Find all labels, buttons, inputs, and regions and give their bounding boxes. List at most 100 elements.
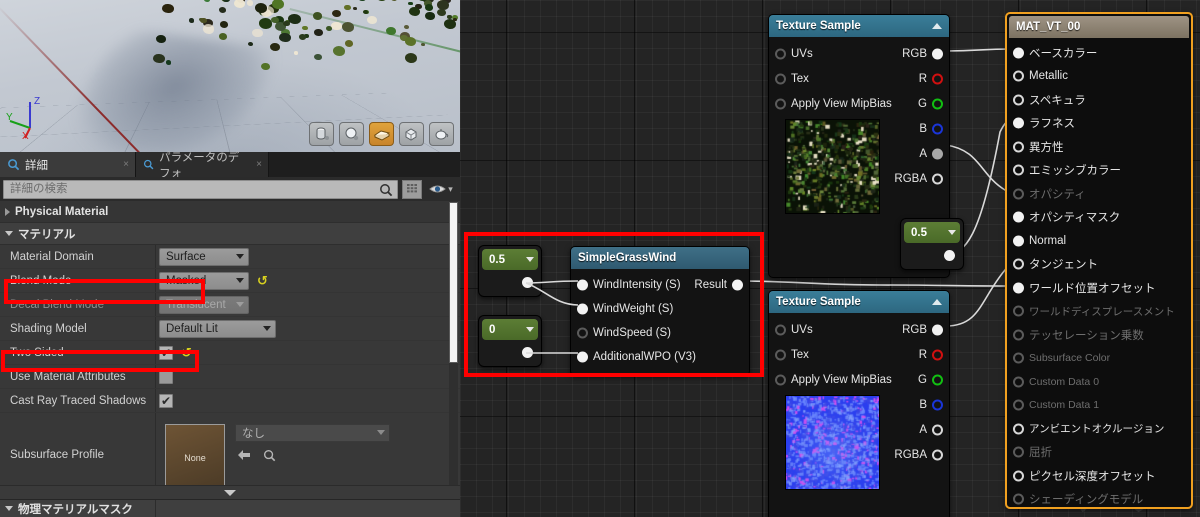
node-texture-sample-bottom-header[interactable]: Texture Sample <box>769 291 949 313</box>
material-output-pin-row[interactable]: Custom Data 1 <box>1007 394 1191 418</box>
input-pin-uvs[interactable] <box>775 48 786 59</box>
category-physical-material-mask[interactable]: 物理マテリアルマスク <box>0 500 460 517</box>
output-pin-b[interactable] <box>932 123 943 134</box>
material-output-pin-row[interactable]: テッセレーション乗数 <box>1007 323 1191 347</box>
material-output-pin-row[interactable]: 異方性 <box>1007 135 1191 159</box>
output-pin-rgba[interactable] <box>932 173 943 184</box>
material-output-pin-row[interactable]: タンジェント <box>1007 253 1191 277</box>
constant-c-output-pin[interactable] <box>944 250 955 261</box>
node-simple-grass-wind[interactable]: SimpleGrassWind WindIntensity (S) Result… <box>570 246 750 376</box>
grid-view-button[interactable] <box>402 179 422 199</box>
node-texture-sample-top-header[interactable]: Texture Sample <box>769 15 949 37</box>
search-input[interactable] <box>3 179 398 199</box>
cast-ray-traced-shadows-checkbox[interactable]: ✔ <box>159 393 173 408</box>
tab-details[interactable]: 詳細 × <box>0 152 136 177</box>
material-output-pin-row[interactable]: アンビエントオクルージョン <box>1007 417 1191 441</box>
texture-thumbnail-foliage[interactable] <box>785 119 880 214</box>
blend-mode-reset-button[interactable]: ↺ <box>257 274 268 287</box>
pin-row[interactable]: Apply View MipBias G <box>769 91 949 116</box>
constant-a-header[interactable]: 0.5 <box>482 249 538 270</box>
category-material[interactable]: マテリアル <box>0 223 460 245</box>
material-output-pin-row[interactable]: ワールド位置オフセット <box>1007 276 1191 300</box>
node-constant-0-5-c[interactable]: 0.5 <box>900 218 964 270</box>
material-output-pin-6[interactable] <box>1013 188 1024 200</box>
material-output-pin-14[interactable] <box>1013 376 1024 388</box>
collapse-caret-icon[interactable] <box>932 23 942 29</box>
input-pin-windintensity[interactable] <box>577 279 588 291</box>
constant-b-header[interactable]: 0 <box>482 319 538 340</box>
material-output-pin-row[interactable]: エミッシブカラー <box>1007 159 1191 183</box>
material-output-pin-row[interactable]: Metallic <box>1007 65 1191 89</box>
sphere-preview-button[interactable] <box>339 122 364 146</box>
material-output-pin-19[interactable] <box>1013 493 1024 505</box>
node-material-output[interactable]: MAT_VT_00 ベースカラー Metallic スペキュラ ラフネス 異方性 エミッシ… <box>1005 12 1193 509</box>
material-output-pin-row[interactable]: Normal <box>1007 229 1191 253</box>
blend-mode-dropdown[interactable]: Masked <box>159 271 249 290</box>
material-output-pin-2[interactable] <box>1013 94 1024 106</box>
output-pin-a[interactable] <box>932 148 943 159</box>
constant-b-output-pin[interactable] <box>522 347 533 358</box>
details-property-list[interactable]: Physical Material マテリアル Material Domain … <box>0 201 460 485</box>
material-output-pin-12[interactable] <box>1013 329 1024 341</box>
search-icon[interactable] <box>379 183 393 197</box>
material-output-pin-row[interactable]: ワールドディスプレースメント <box>1007 300 1191 324</box>
material-output-pin-row[interactable]: ラフネス <box>1007 112 1191 136</box>
material-output-pin-1[interactable] <box>1013 70 1024 82</box>
node-constant-0-b[interactable]: 0 <box>478 315 542 367</box>
output-pin-a[interactable] <box>932 424 943 435</box>
input-pin-windspeed[interactable] <box>577 327 588 339</box>
tab-parameter-defaults-close[interactable]: × <box>256 159 262 170</box>
material-output-pin-13[interactable] <box>1013 352 1024 364</box>
pin-row[interactable]: Apply View MipBias G <box>769 367 949 392</box>
material-output-pin-row[interactable]: ベースカラー <box>1007 41 1191 65</box>
material-output-pin-17[interactable] <box>1013 446 1024 458</box>
chevron-down-icon[interactable] <box>526 257 534 262</box>
pin-row[interactable]: Tex R <box>769 342 949 367</box>
pin-row[interactable]: Tex R <box>769 66 949 91</box>
input-pin-uvs[interactable] <box>775 324 786 335</box>
texture-thumbnail-normal[interactable] <box>785 395 880 490</box>
material-output-pin-8[interactable] <box>1013 235 1024 247</box>
input-pin-tex[interactable] <box>775 73 786 84</box>
output-pin-rgb[interactable] <box>932 324 943 335</box>
material-output-pin-5[interactable] <box>1013 164 1024 176</box>
plane-preview-button[interactable] <box>369 122 394 146</box>
material-output-pin-4[interactable] <box>1013 141 1024 153</box>
collapse-caret-icon[interactable] <box>932 299 942 305</box>
output-pin-result[interactable] <box>732 279 743 291</box>
constant-a-output-pin[interactable] <box>522 277 533 288</box>
subsurface-profile-thumbnail[interactable]: None <box>165 423 225 485</box>
material-output-pin-11[interactable] <box>1013 305 1024 317</box>
pin-row[interactable]: UVs RGB <box>769 41 949 66</box>
cube-preview-button[interactable] <box>399 122 424 146</box>
output-pin-r[interactable] <box>932 73 943 84</box>
input-pin-apply-view-mipbias[interactable] <box>775 374 786 385</box>
details-scrollbar-thumb[interactable] <box>449 202 458 363</box>
material-output-pin-18[interactable] <box>1013 470 1024 482</box>
material-output-pin-row[interactable]: シェーディングモデル <box>1007 488 1191 512</box>
material-output-pin-9[interactable] <box>1013 258 1024 270</box>
node-texture-sample-bottom[interactable]: Texture Sample UVs RGB Tex R Apply View … <box>768 290 950 517</box>
material-output-pin-row[interactable]: ピクセル深度オフセット <box>1007 464 1191 488</box>
material-output-pin-row[interactable]: 屈折 <box>1007 441 1191 465</box>
output-pin-r[interactable] <box>932 349 943 360</box>
teapot-preview-button[interactable] <box>429 122 454 146</box>
input-pin-additionalwpo[interactable] <box>577 351 588 363</box>
two-sided-reset-button[interactable]: ↺ <box>181 346 192 359</box>
pin-row[interactable]: WindWeight (S) <box>571 297 749 321</box>
back-arrow-icon[interactable] <box>237 449 251 461</box>
chevron-down-icon[interactable] <box>948 230 956 235</box>
material-output-pin-0[interactable] <box>1013 47 1024 59</box>
material-domain-dropdown[interactable]: Surface <box>159 247 249 266</box>
cylinder-preview-button[interactable] <box>309 122 334 146</box>
tab-parameter-defaults[interactable]: パラメータのデフォ × <box>136 152 269 180</box>
view-options-button[interactable]: ▾ <box>426 180 456 199</box>
input-pin-windweight[interactable] <box>577 303 588 315</box>
pin-row[interactable]: AdditionalWPO (V3) <box>571 345 749 369</box>
use-material-attributes-checkbox[interactable] <box>159 369 173 384</box>
material-output-pin-3[interactable] <box>1013 117 1024 129</box>
panel-tab-strip[interactable]: 詳細 × パラメータのデフォ × <box>0 152 460 180</box>
chevron-down-icon[interactable] <box>526 327 534 332</box>
output-pin-rgba[interactable] <box>932 449 943 460</box>
preview-shape-buttons[interactable] <box>309 122 454 146</box>
